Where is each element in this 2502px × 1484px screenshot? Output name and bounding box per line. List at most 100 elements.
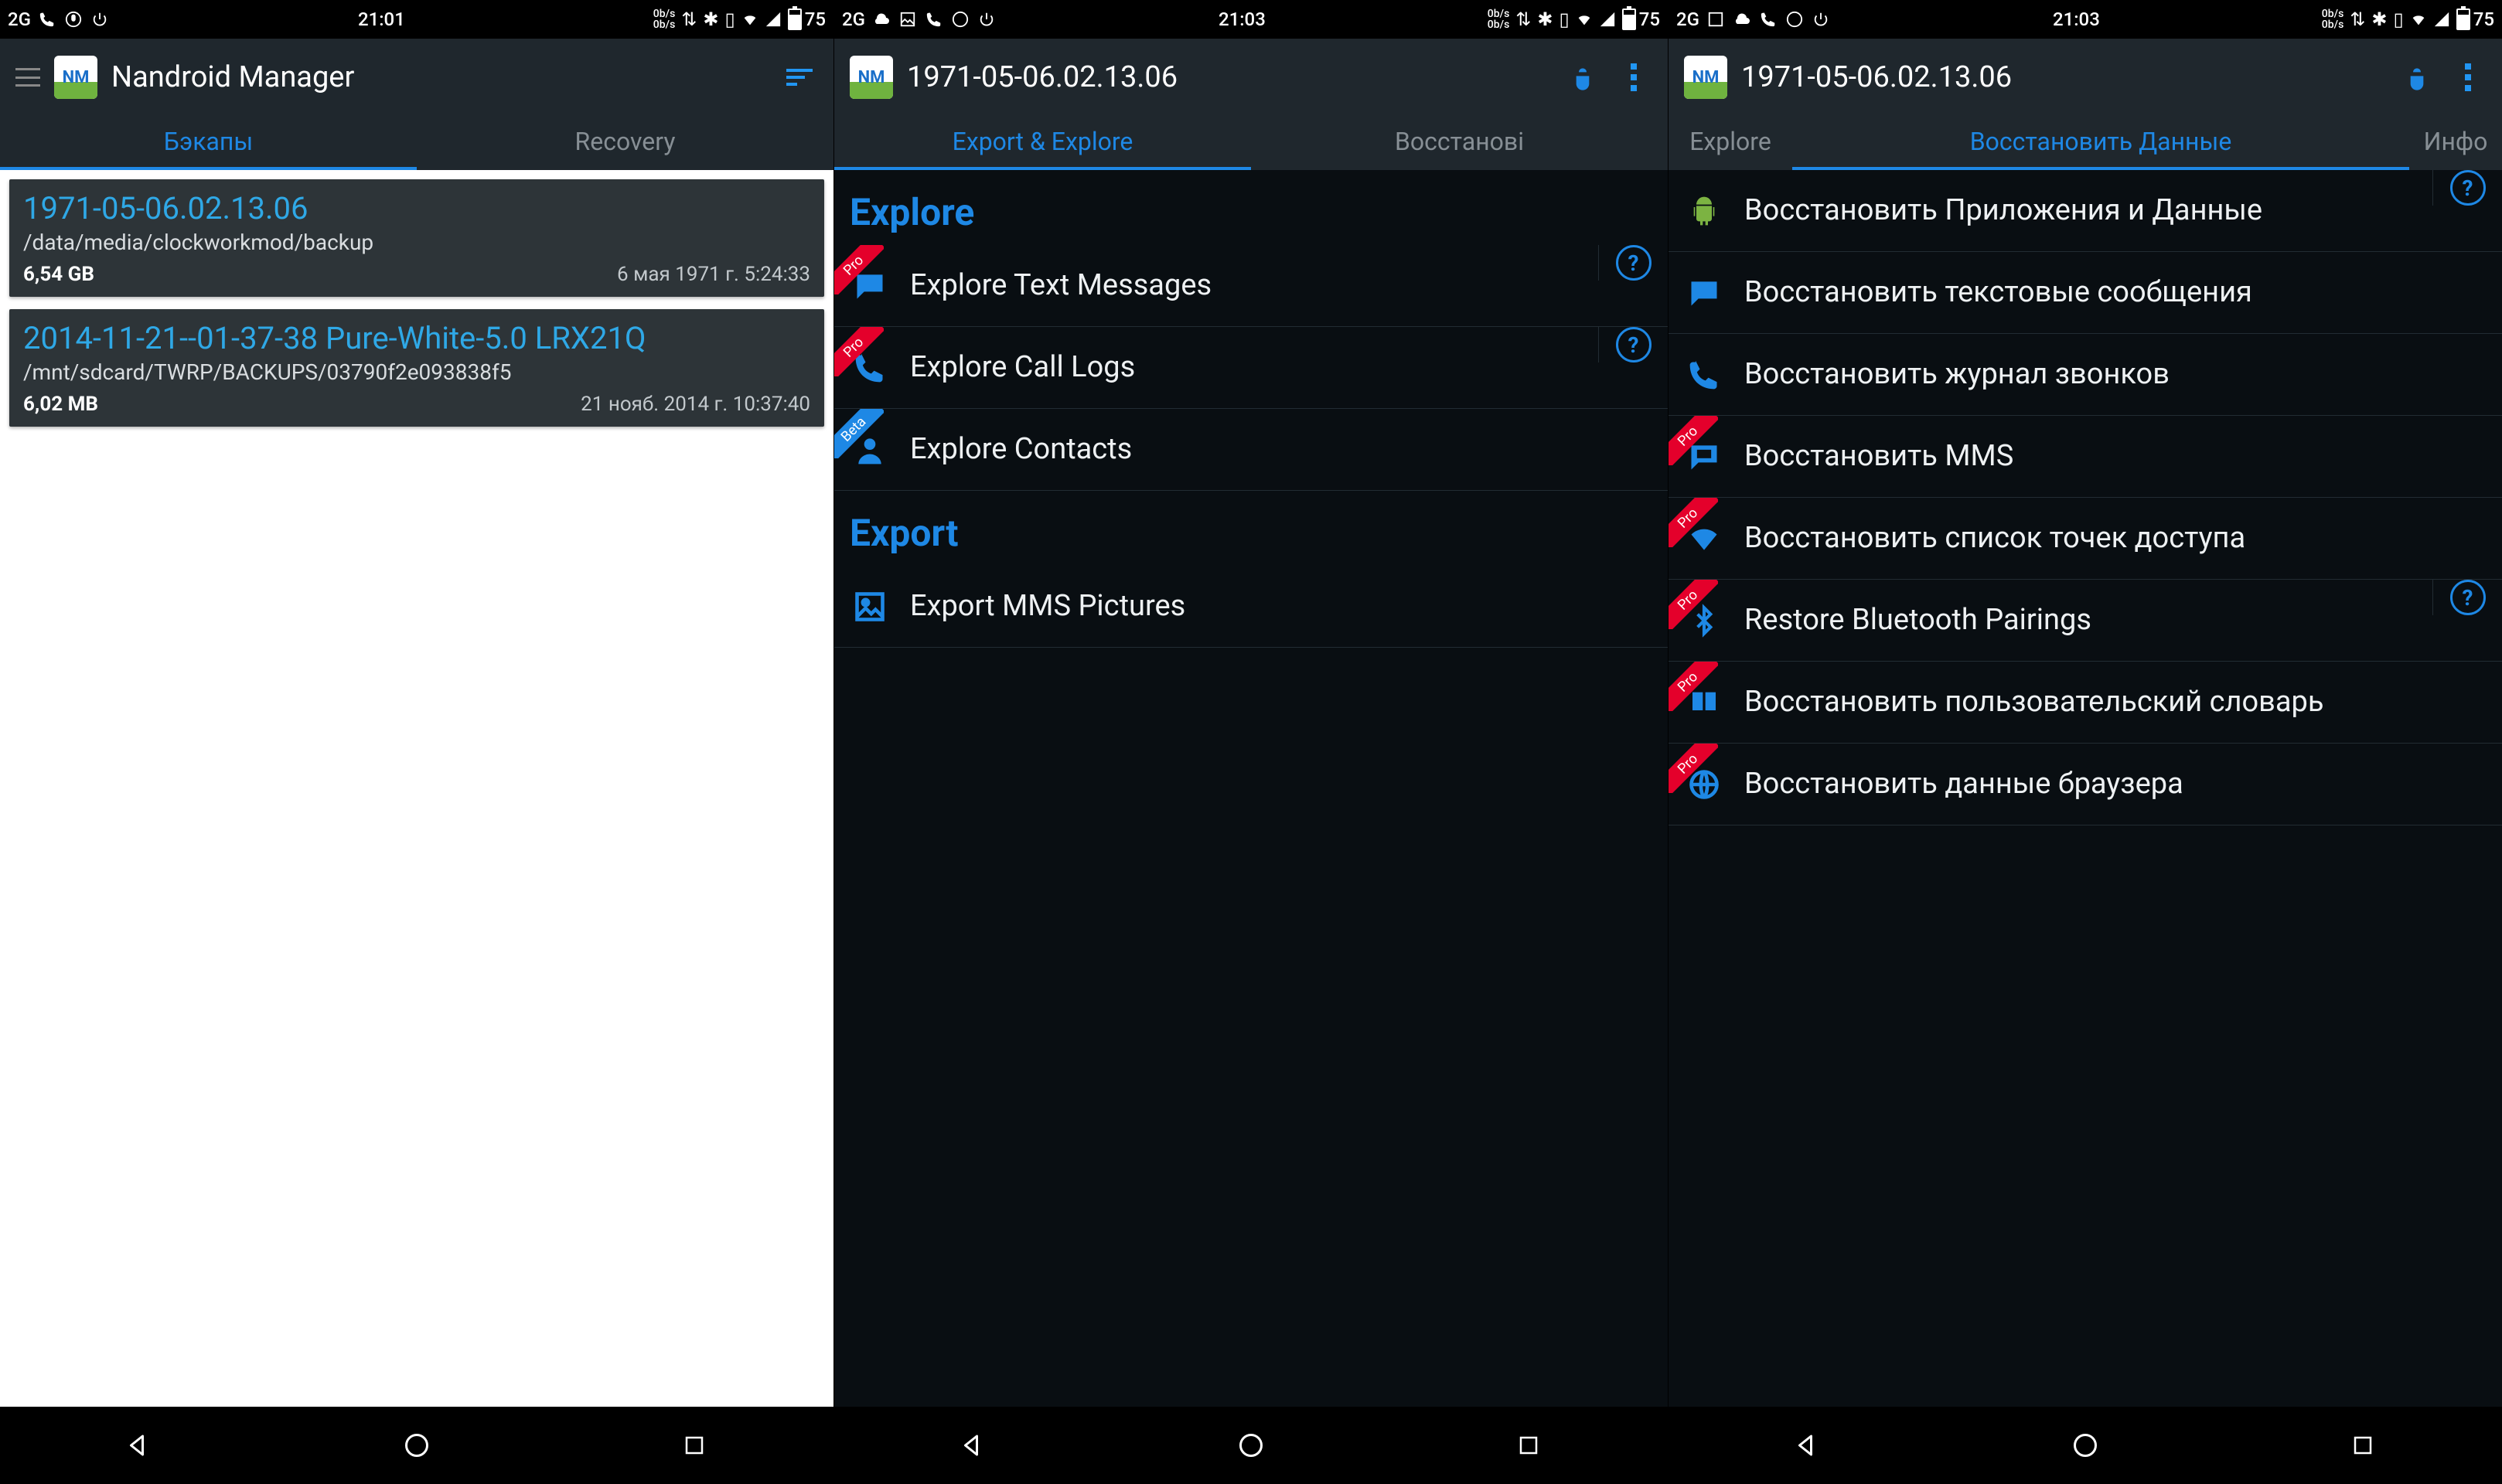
overflow-button[interactable] (1615, 59, 1652, 96)
power-icon (1811, 9, 1831, 29)
back-button[interactable] (952, 1424, 995, 1467)
screen-restore: 2G 21:03 0b/s0b/s ⇅ ✱ ▯ 75 NM 1971-05-06… (1668, 0, 2502, 1484)
pro-badge: Pro (1669, 580, 1718, 629)
back-button[interactable] (118, 1424, 161, 1467)
pro-badge: Pro (1669, 416, 1718, 465)
restore-dictionary[interactable]: Pro Восстановить пользовательский словар… (1669, 662, 2502, 744)
backup-item[interactable]: 1971-05-06.02.13.06 /data/media/clockwor… (9, 179, 824, 297)
help-button[interactable]: ? (1598, 327, 1668, 362)
app-bar: NM Nandroid Manager (0, 39, 833, 116)
row-label: Восстановить журнал звонков (1744, 356, 2488, 393)
home-button[interactable] (2064, 1424, 2107, 1467)
backup-list: 1971-05-06.02.13.06 /data/media/clockwor… (0, 170, 833, 1407)
screen-explore: 2G 21:03 0b/s0b/s ⇅ ✱ ▯ 75 NM 1971-05-06… (833, 0, 1668, 1484)
restore-bluetooth[interactable]: Pro Restore Bluetooth Pairings ? (1669, 580, 2502, 662)
tab-restore-data[interactable]: Восстановить Данные (1792, 116, 2409, 170)
explore-call-logs[interactable]: Pro Explore Call Logs ? (834, 327, 1668, 409)
row-label: Explore Contacts (910, 431, 1654, 468)
sync-icon: ⇅ (1515, 9, 1531, 30)
restore-apps-data[interactable]: Восстановить Приложения и Данные ? (1669, 170, 2502, 252)
tabs: Export & Explore Восстанові (834, 116, 1668, 170)
row-label: Восстановить Приложения и Данные (1744, 192, 2425, 230)
call-icon (1758, 9, 1778, 29)
row-label: Восстановить список точек доступа (1744, 520, 2488, 557)
battery-icon: 75 (1622, 9, 1660, 30)
pro-badge: Pro (834, 245, 884, 294)
help-button[interactable]: ? (2432, 580, 2502, 615)
row-label: Восстановить данные браузера (1744, 766, 2488, 803)
wifi-icon (741, 11, 758, 28)
speed-icon: 0b/s0b/s (2322, 9, 2344, 30)
bluetooth-icon: ✱ (1537, 9, 1553, 30)
phone-icon (1682, 353, 1726, 397)
explore-body: Explore Pro Explore Text Messages ? Pro … (834, 170, 1668, 1407)
status-bar: 2G 21:03 0b/s0b/s ⇅ ✱ ▯ 75 (834, 0, 1668, 39)
image-icon (898, 9, 918, 29)
restore-mms[interactable]: Pro Восстановить MMS (1669, 416, 2502, 498)
vibrate-icon: ▯ (1559, 9, 1570, 30)
power-icon (977, 9, 997, 29)
image-icon (848, 585, 891, 628)
bug-button[interactable] (2398, 59, 2436, 96)
signal-icon (765, 11, 782, 28)
network-icon: 2G (1676, 9, 1699, 30)
nav-bar (834, 1407, 1668, 1484)
row-label: Восстановить MMS (1744, 438, 2488, 475)
pro-badge: Pro (834, 327, 884, 376)
app-icon: NM (54, 56, 97, 99)
message-icon (1682, 271, 1726, 315)
menu-icon[interactable] (15, 68, 40, 87)
help-button[interactable]: ? (1598, 245, 1668, 281)
recent-button[interactable] (673, 1424, 716, 1467)
explore-contacts[interactable]: Beta Explore Contacts (834, 409, 1668, 491)
bug-button[interactable] (1564, 59, 1601, 96)
explore-text-messages[interactable]: Pro Explore Text Messages ? (834, 245, 1668, 327)
restore-body: Восстановить Приложения и Данные ? Восст… (1669, 170, 2502, 1407)
network-icon: 2G (842, 9, 865, 30)
backup-date: 6 мая 1971 г. 5:24:33 (617, 263, 810, 286)
mic-icon (1784, 9, 1805, 29)
restore-call-log[interactable]: Восстановить журнал звонков (1669, 334, 2502, 416)
help-button[interactable]: ? (2432, 170, 2502, 206)
back-button[interactable] (1786, 1424, 1829, 1467)
vibrate-icon: ▯ (2394, 9, 2404, 30)
tab-export-explore[interactable]: Export & Explore (834, 116, 1251, 170)
row-label: Explore Call Logs (910, 349, 1590, 386)
backup-path: /mnt/sdcard/TWRP/BACKUPS/03790f2e093838f… (23, 359, 810, 385)
tab-restore[interactable]: Восстанові (1251, 116, 1668, 170)
restore-text-messages[interactable]: Восстановить текстовые сообщения (1669, 252, 2502, 334)
nav-bar (1669, 1407, 2502, 1484)
android-icon (1682, 189, 1726, 233)
app-bar: NM 1971-05-06.02.13.06 (834, 39, 1668, 116)
tab-backups[interactable]: Бэкапы (0, 116, 417, 170)
tab-info[interactable]: Инфо (2409, 116, 2502, 170)
backup-name: 1971-05-06.02.13.06 (23, 190, 810, 226)
power-icon (90, 9, 110, 29)
sort-button[interactable] (781, 59, 818, 96)
recent-button[interactable] (2341, 1424, 2384, 1467)
pro-badge: Pro (1669, 662, 1718, 711)
wifi-icon (1576, 11, 1593, 28)
network-icon: 2G (8, 9, 31, 30)
tabs: Бэкапы Recovery (0, 116, 833, 170)
restore-apn[interactable]: Pro Восстановить список точек доступа (1669, 498, 2502, 580)
home-button[interactable] (1229, 1424, 1273, 1467)
restore-browser[interactable]: Pro Восстановить данные браузера (1669, 744, 2502, 825)
pro-badge: Pro (1669, 498, 1718, 547)
export-mms-pictures[interactable]: Export MMS Pictures (834, 566, 1668, 648)
backup-path: /data/media/clockworkmod/backup (23, 230, 810, 255)
bluetooth-icon: ✱ (703, 9, 718, 30)
wifi-icon (2410, 11, 2427, 28)
backup-item[interactable]: 2014-11-21--01-37-38 Pure-White-5.0 LRX2… (9, 309, 824, 427)
sync-icon: ⇅ (2350, 9, 2365, 30)
nav-bar (0, 1407, 833, 1484)
recent-button[interactable] (1507, 1424, 1550, 1467)
tab-recovery[interactable]: Recovery (417, 116, 833, 170)
home-button[interactable] (395, 1424, 438, 1467)
tab-explore[interactable]: Explore (1669, 116, 1792, 170)
backup-date: 21 нояб. 2014 г. 10:37:40 (581, 393, 810, 416)
status-bar: 2G 21:03 0b/s0b/s ⇅ ✱ ▯ 75 (1669, 0, 2502, 39)
overflow-button[interactable] (2449, 59, 2487, 96)
speed-icon: 0b/s0b/s (1488, 9, 1510, 30)
row-label: Restore Bluetooth Pairings (1744, 602, 2425, 639)
